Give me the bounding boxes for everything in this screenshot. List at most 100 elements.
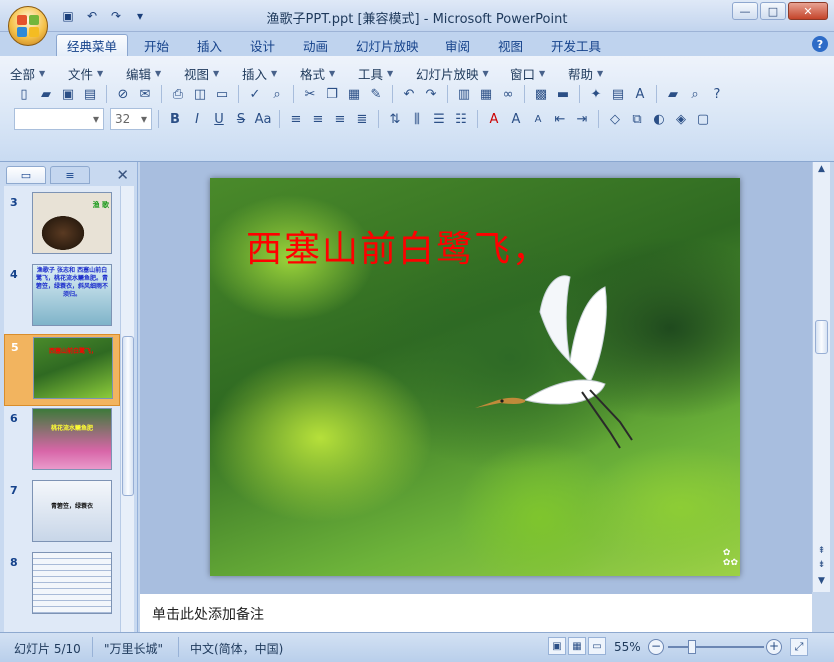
menu-format[interactable]: 格式 ▼ bbox=[300, 64, 358, 83]
new-slide-icon[interactable]: ✦ bbox=[586, 84, 606, 104]
layout-icon[interactable]: ▭ bbox=[212, 84, 232, 104]
research-icon[interactable]: ⌕ bbox=[267, 84, 287, 104]
slide-thumbnail-3[interactable]: 3 渔 歌 bbox=[4, 190, 120, 262]
font-size-combo[interactable]: 32 ▾ bbox=[110, 108, 152, 130]
scroll-up-icon[interactable]: ▲ bbox=[815, 164, 828, 174]
slide-scrollbar[interactable]: ▲ ⇞ ⇟ ▼ bbox=[812, 162, 830, 592]
slideshow-view-icon[interactable]: ▭ bbox=[588, 637, 606, 655]
slide-thumbnail-5[interactable]: 5 西塞山前白鹭飞， bbox=[4, 334, 120, 406]
slide-sorter-icon[interactable]: ▦ bbox=[568, 637, 586, 655]
fill-icon[interactable]: ◈ bbox=[671, 109, 691, 129]
align-center-icon[interactable]: ≡ bbox=[308, 109, 328, 129]
menu-view[interactable]: 视图 ▼ bbox=[184, 64, 242, 83]
font-name-combo[interactable]: ▾ bbox=[14, 108, 104, 130]
table-icon[interactable]: ▦ bbox=[476, 84, 496, 104]
help-icon[interactable]: ? bbox=[812, 36, 828, 52]
align-right-icon[interactable]: ≡ bbox=[330, 109, 350, 129]
office-button[interactable] bbox=[8, 6, 48, 46]
print-icon[interactable]: ⎙ bbox=[168, 84, 188, 104]
pdf-icon[interactable]: ▤ bbox=[80, 84, 100, 104]
previous-slide-icon[interactable]: ⇞ bbox=[815, 546, 828, 556]
columns-icon[interactable]: ⫼ bbox=[407, 109, 427, 129]
tab-home[interactable]: 开始 bbox=[134, 34, 179, 56]
email-icon[interactable]: ✉ bbox=[135, 84, 155, 104]
cut-icon[interactable]: ✂ bbox=[300, 84, 320, 104]
quick-styles-icon[interactable]: ◐ bbox=[649, 109, 669, 129]
redo-icon[interactable]: ↷ bbox=[421, 84, 441, 104]
help-icon[interactable]: ? bbox=[707, 84, 727, 104]
tab-view[interactable]: 视图 bbox=[488, 34, 533, 56]
current-slide[interactable]: 西塞山前白鹭飞， ✿ ✿✿ bbox=[210, 178, 740, 576]
format-painter-icon[interactable]: ✎ bbox=[366, 84, 386, 104]
justify-icon[interactable]: ≣ bbox=[352, 109, 372, 129]
scrollbar-thumb[interactable] bbox=[122, 336, 134, 496]
tab-review[interactable]: 审阅 bbox=[435, 34, 480, 56]
thumbnails-scrollbar[interactable] bbox=[120, 186, 134, 632]
zoom-slider-thumb[interactable] bbox=[688, 640, 696, 654]
paste-icon[interactable]: ▦ bbox=[344, 84, 364, 104]
zoom-slider[interactable] bbox=[668, 640, 764, 654]
scrollbar-thumb[interactable] bbox=[815, 320, 828, 354]
color-icon[interactable]: ▬ bbox=[553, 84, 573, 104]
menu-help[interactable]: 帮助 ▼ bbox=[568, 64, 626, 83]
grow-font-icon[interactable]: A bbox=[506, 109, 526, 129]
picture-icon[interactable]: ▩ bbox=[531, 84, 551, 104]
align-left-icon[interactable]: ≡ bbox=[286, 109, 306, 129]
font-color-icon[interactable]: A bbox=[484, 109, 504, 129]
menu-edit[interactable]: 编辑 ▼ bbox=[126, 64, 184, 83]
slide-thumbnail-6[interactable]: 6 桃花流水鳜鱼肥 bbox=[4, 406, 120, 478]
slide-title-text[interactable]: 西塞山前白鹭飞， bbox=[246, 220, 550, 272]
shapes-icon[interactable]: ◇ bbox=[605, 109, 625, 129]
outline-icon[interactable]: ▢ bbox=[693, 109, 713, 129]
minimize-button[interactable]: — bbox=[732, 2, 758, 20]
menu-slideshow[interactable]: 幻灯片放映 ▼ bbox=[416, 64, 510, 83]
menu-all[interactable]: 全部 ▼ bbox=[10, 64, 68, 83]
strikethrough-icon[interactable]: S bbox=[231, 109, 251, 129]
next-slide-icon[interactable]: ⇟ bbox=[815, 560, 828, 570]
copy-icon[interactable]: ❐ bbox=[322, 84, 342, 104]
tab-outline[interactable]: ≡ bbox=[50, 166, 90, 184]
shrink-font-icon[interactable]: A bbox=[528, 109, 548, 129]
slide-thumbnail-7[interactable]: 7 青箬笠，绿蓑衣 bbox=[4, 478, 120, 550]
numbering-icon[interactable]: ☷ bbox=[451, 109, 471, 129]
save-icon[interactable]: ▣ bbox=[58, 84, 78, 104]
menu-window[interactable]: 窗口 ▼ bbox=[510, 64, 568, 83]
tab-slideshow[interactable]: 幻灯片放映 bbox=[346, 34, 429, 56]
close-icon[interactable]: ✕ bbox=[116, 166, 129, 184]
maximize-button[interactable]: □ bbox=[760, 2, 786, 20]
chart-icon[interactable]: ▥ bbox=[454, 84, 474, 104]
bullets-icon[interactable]: ☰ bbox=[429, 109, 449, 129]
zoom-out-icon[interactable]: − bbox=[648, 639, 664, 655]
permission-icon[interactable]: ⊘ bbox=[113, 84, 133, 104]
tab-insert[interactable]: 插入 bbox=[187, 34, 232, 56]
tab-animation[interactable]: 动画 bbox=[293, 34, 338, 56]
tab-classic-menu[interactable]: 经典菜单 bbox=[56, 34, 129, 56]
open-icon[interactable]: ▰ bbox=[663, 84, 683, 104]
normal-view-icon[interactable]: ▣ bbox=[548, 637, 566, 655]
italic-icon[interactable]: I bbox=[187, 109, 207, 129]
open-folder-icon[interactable]: ▰ bbox=[36, 84, 56, 104]
textbox-icon[interactable]: A bbox=[630, 84, 650, 104]
increase-indent-icon[interactable]: ⇥ bbox=[572, 109, 592, 129]
fit-to-window-icon[interactable]: ⤢ bbox=[790, 638, 808, 656]
menu-file[interactable]: 文件 ▼ bbox=[68, 64, 126, 83]
zoom-level[interactable]: 55% bbox=[614, 640, 641, 654]
zoom-in-icon[interactable]: + bbox=[766, 639, 782, 655]
menu-insert[interactable]: 插入 ▼ bbox=[242, 64, 300, 83]
change-case-icon[interactable]: Aa bbox=[253, 109, 273, 129]
print-preview-icon[interactable]: ◫ bbox=[190, 84, 210, 104]
bold-icon[interactable]: B bbox=[165, 109, 185, 129]
close-button[interactable]: ✕ bbox=[788, 2, 828, 20]
decrease-indent-icon[interactable]: ⇤ bbox=[550, 109, 570, 129]
tab-slides[interactable]: ▭ bbox=[6, 166, 46, 184]
text-direction-icon[interactable]: ⇅ bbox=[385, 109, 405, 129]
arrange-icon[interactable]: ⧉ bbox=[627, 109, 647, 129]
tab-developer[interactable]: 开发工具 bbox=[541, 34, 611, 56]
slide-thumbnail-8[interactable]: 8 bbox=[4, 550, 120, 622]
scroll-down-icon[interactable]: ▼ bbox=[815, 576, 828, 586]
menu-tools[interactable]: 工具 ▼ bbox=[358, 64, 416, 83]
slide-layout-icon[interactable]: ▤ bbox=[608, 84, 628, 104]
underline-icon[interactable]: U bbox=[209, 109, 229, 129]
slide-thumbnail-4[interactable]: 4 渔歌子 张志和 西塞山前白鹭飞，桃花流水鳜鱼肥。青箬笠，绿蓑衣，斜风细雨不须… bbox=[4, 262, 120, 334]
hyperlink-icon[interactable]: ∞ bbox=[498, 84, 518, 104]
